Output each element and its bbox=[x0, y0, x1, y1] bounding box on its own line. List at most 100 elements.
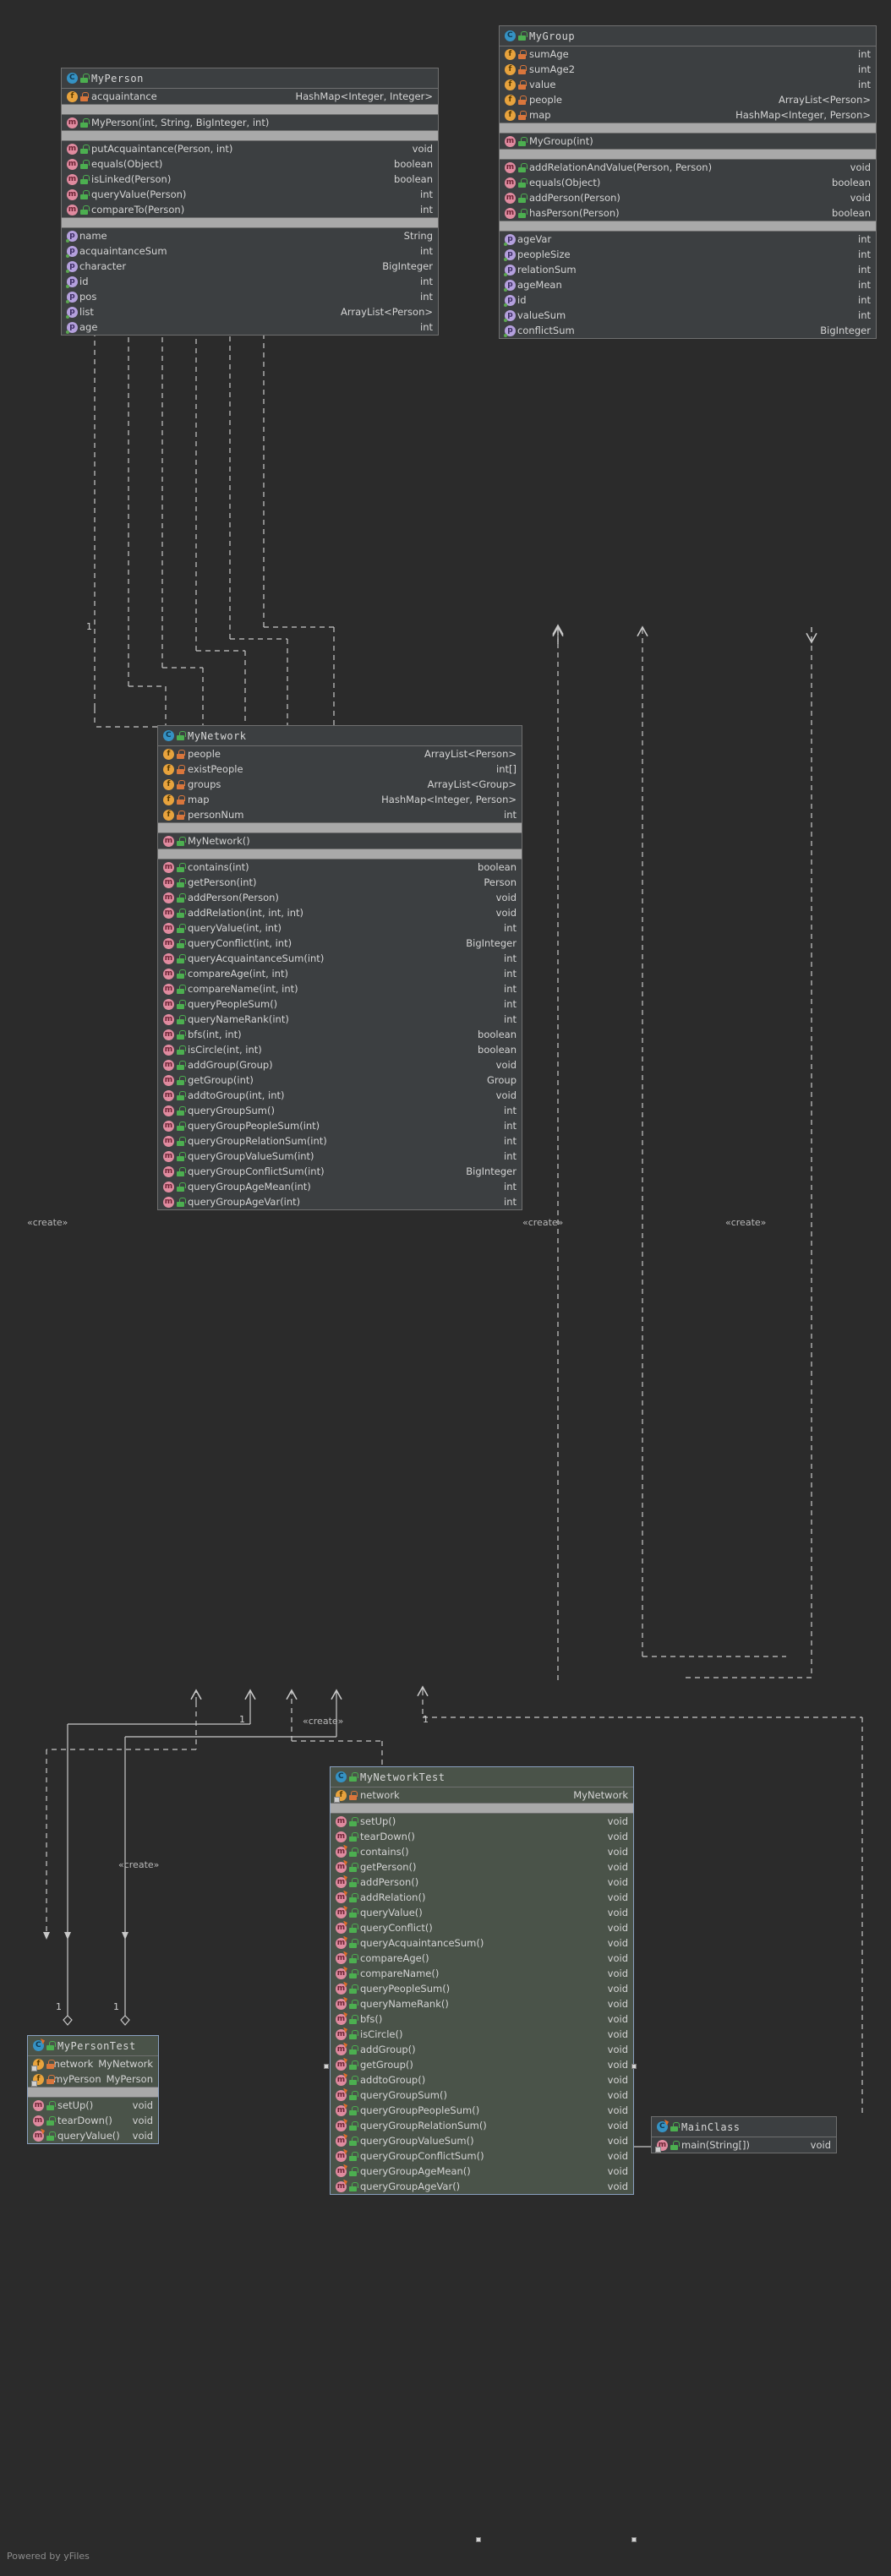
property-row[interactable]: p id int bbox=[62, 274, 438, 289]
method-row[interactable]: m queryGroupRelationSum(int) int bbox=[158, 1133, 522, 1149]
method-row[interactable]: m queryGroupAgeVar(int) int bbox=[158, 1194, 522, 1209]
method-row[interactable]: m equals(Object) boolean bbox=[500, 175, 876, 190]
method-row[interactable]: m addGroup(Group) void bbox=[158, 1057, 522, 1072]
method-row[interactable]: m getPerson(int) Person bbox=[158, 875, 522, 890]
method-row[interactable]: m queryConflict() void bbox=[331, 1920, 633, 1935]
method-row[interactable]: m hasPerson(Person) boolean bbox=[500, 205, 876, 221]
method-row[interactable]: m compareName(int, int) int bbox=[158, 981, 522, 996]
method-row[interactable]: m compareTo(Person) int bbox=[62, 202, 438, 217]
method-row[interactable]: m queryGroupValueSum(int) int bbox=[158, 1149, 522, 1164]
method-row[interactable]: m queryGroupRelationSum() void bbox=[331, 2118, 633, 2133]
method-row[interactable]: m addRelation(int, int, int) void bbox=[158, 905, 522, 920]
method-row[interactable]: m queryGroupSum() int bbox=[158, 1103, 522, 1118]
field-row[interactable]: f myPerson MyPerson bbox=[28, 2071, 158, 2087]
method-row[interactable]: m isCircle(int, int) boolean bbox=[158, 1042, 522, 1057]
method-row[interactable]: m queryGroupConflictSum(int) BigInteger bbox=[158, 1164, 522, 1179]
class-node-mypersontest[interactable]: C MyPersonTest f network MyNetwork f myPers… bbox=[27, 2035, 159, 2144]
class-node-mainclass[interactable]: C MainClass m main(String[]) void bbox=[651, 2116, 837, 2153]
field-row[interactable]: f existPeople int[] bbox=[158, 761, 522, 777]
method-row[interactable]: m isCircle() void bbox=[331, 2027, 633, 2042]
method-row[interactable]: m queryValue(int, int) int bbox=[158, 920, 522, 936]
selection-handle-left[interactable] bbox=[324, 2064, 329, 2069]
property-row[interactable]: p conflictSum BigInteger bbox=[500, 323, 876, 338]
method-row[interactable]: m getPerson() void bbox=[331, 1859, 633, 1875]
class-node-mynetworktest[interactable]: C MyNetworkTest f network MyNetwork m setUp… bbox=[330, 1766, 634, 2195]
class-node-mynetwork[interactable]: C MyNetwork f people ArrayList<Person> f ex… bbox=[157, 725, 522, 1210]
method-row[interactable]: m queryGroupAgeMean(int) int bbox=[158, 1179, 522, 1194]
method-row[interactable]: m queryGroupPeopleSum(int) int bbox=[158, 1118, 522, 1133]
field-row[interactable]: f personNum int bbox=[158, 807, 522, 822]
selection-handle-bottom[interactable] bbox=[476, 2537, 481, 2542]
property-row[interactable]: p valueSum int bbox=[500, 308, 876, 323]
method-row[interactable]: m queryNameRank() void bbox=[331, 1996, 633, 2011]
class-node-mygroup[interactable]: C MyGroup f sumAge int f sumAge2 int f value i… bbox=[499, 25, 877, 339]
property-row[interactable]: p id int bbox=[500, 292, 876, 308]
property-row[interactable]: p relationSum int bbox=[500, 262, 876, 277]
property-row[interactable]: p name String bbox=[62, 228, 438, 243]
property-row[interactable]: p list ArrayList<Person> bbox=[62, 304, 438, 319]
method-row[interactable]: m addPerson(Person) void bbox=[500, 190, 876, 205]
field-row[interactable]: f people ArrayList<Person> bbox=[500, 92, 876, 107]
method-row[interactable]: m addRelationAndValue(Person, Person) void bbox=[500, 160, 876, 175]
method-row[interactable]: m compareName() void bbox=[331, 1966, 633, 1981]
method-row[interactable]: m queryValue() void bbox=[28, 2128, 158, 2143]
method-row[interactable]: m tearDown() void bbox=[28, 2113, 158, 2128]
field-row[interactable]: f sumAge2 int bbox=[500, 62, 876, 77]
method-row[interactable]: m queryValue() void bbox=[331, 1905, 633, 1920]
method-row[interactable]: m addRelation() void bbox=[331, 1890, 633, 1905]
property-row[interactable]: p character BigInteger bbox=[62, 259, 438, 274]
method-row[interactable]: m putAcquaintance(Person, int) void bbox=[62, 141, 438, 156]
method-row[interactable]: m addPerson(Person) void bbox=[158, 890, 522, 905]
property-row[interactable]: p ageMean int bbox=[500, 277, 876, 292]
method-row[interactable]: m addtoGroup() void bbox=[331, 2072, 633, 2088]
method-row[interactable]: m compareAge(int, int) int bbox=[158, 966, 522, 981]
constructor-row[interactable]: m MyNetwork() bbox=[158, 833, 522, 849]
method-row[interactable]: m queryGroupValueSum() void bbox=[331, 2133, 633, 2148]
method-row[interactable]: m queryAcquaintanceSum(int) int bbox=[158, 951, 522, 966]
method-row[interactable]: m getGroup(int) Group bbox=[158, 1072, 522, 1088]
method-row[interactable]: m setUp() void bbox=[331, 1814, 633, 1829]
property-row[interactable]: p pos int bbox=[62, 289, 438, 304]
method-row[interactable]: m compareAge() void bbox=[331, 1951, 633, 1966]
method-row[interactable]: m setUp() void bbox=[28, 2098, 158, 2113]
method-row[interactable]: m queryGroupPeopleSum() void bbox=[331, 2103, 633, 2118]
selection-handle-bottom-right[interactable] bbox=[631, 2537, 637, 2542]
method-row[interactable]: m contains(int) boolean bbox=[158, 860, 522, 875]
method-row[interactable]: m queryPeopleSum() int bbox=[158, 996, 522, 1012]
method-row[interactable]: m bfs(int, int) boolean bbox=[158, 1027, 522, 1042]
method-row[interactable]: m queryNameRank(int) int bbox=[158, 1012, 522, 1027]
method-row[interactable]: m addGroup() void bbox=[331, 2042, 633, 2057]
property-row[interactable]: p peopleSize int bbox=[500, 247, 876, 262]
method-row[interactable]: m tearDown() void bbox=[331, 1829, 633, 1844]
method-row[interactable]: m isLinked(Person) boolean bbox=[62, 172, 438, 187]
field-row[interactable]: f network MyNetwork bbox=[28, 2056, 158, 2071]
property-row[interactable]: p age int bbox=[62, 319, 438, 335]
method-row[interactable]: m queryGroupConflictSum() void bbox=[331, 2148, 633, 2164]
method-row[interactable]: m contains() void bbox=[331, 1844, 633, 1859]
class-node-myperson[interactable]: C MyPerson f acquaintance HashMap<Intege… bbox=[61, 68, 439, 336]
method-row[interactable]: m queryGroupSum() void bbox=[331, 2088, 633, 2103]
method-row[interactable]: m getGroup() void bbox=[331, 2057, 633, 2072]
method-row[interactable]: m addtoGroup(int, int) void bbox=[158, 1088, 522, 1103]
field-row[interactable]: f network MyNetwork bbox=[331, 1787, 633, 1803]
method-row[interactable]: m bfs() void bbox=[331, 2011, 633, 2027]
method-row[interactable]: m queryPeopleSum() void bbox=[331, 1981, 633, 1996]
method-row[interactable]: m queryValue(Person) int bbox=[62, 187, 438, 202]
field-row[interactable]: f map HashMap<Integer, Person> bbox=[158, 792, 522, 807]
method-row[interactable]: m main(String[]) void bbox=[652, 2137, 836, 2153]
field-row[interactable]: f sumAge int bbox=[500, 46, 876, 62]
method-row[interactable]: m equals(Object) boolean bbox=[62, 156, 438, 172]
selection-handle-right[interactable] bbox=[631, 2064, 637, 2069]
method-row[interactable]: m queryGroupAgeMean() void bbox=[331, 2164, 633, 2179]
field-row[interactable]: f map HashMap<Integer, Person> bbox=[500, 107, 876, 123]
property-row[interactable]: p acquaintanceSum int bbox=[62, 243, 438, 259]
field-row[interactable]: f acquaintance HashMap<Integer, Integer> bbox=[62, 89, 438, 104]
method-row[interactable]: m addPerson() void bbox=[331, 1875, 633, 1890]
method-row[interactable]: m queryAcquaintanceSum() void bbox=[331, 1935, 633, 1951]
constructor-row[interactable]: m MyPerson(int, String, BigInteger, int) bbox=[62, 115, 438, 130]
field-row[interactable]: f people ArrayList<Person> bbox=[158, 746, 522, 761]
property-row[interactable]: p ageVar int bbox=[500, 232, 876, 247]
method-row[interactable]: m queryConflict(int, int) BigInteger bbox=[158, 936, 522, 951]
constructor-row[interactable]: m MyGroup(int) bbox=[500, 134, 876, 149]
field-row[interactable]: f value int bbox=[500, 77, 876, 92]
